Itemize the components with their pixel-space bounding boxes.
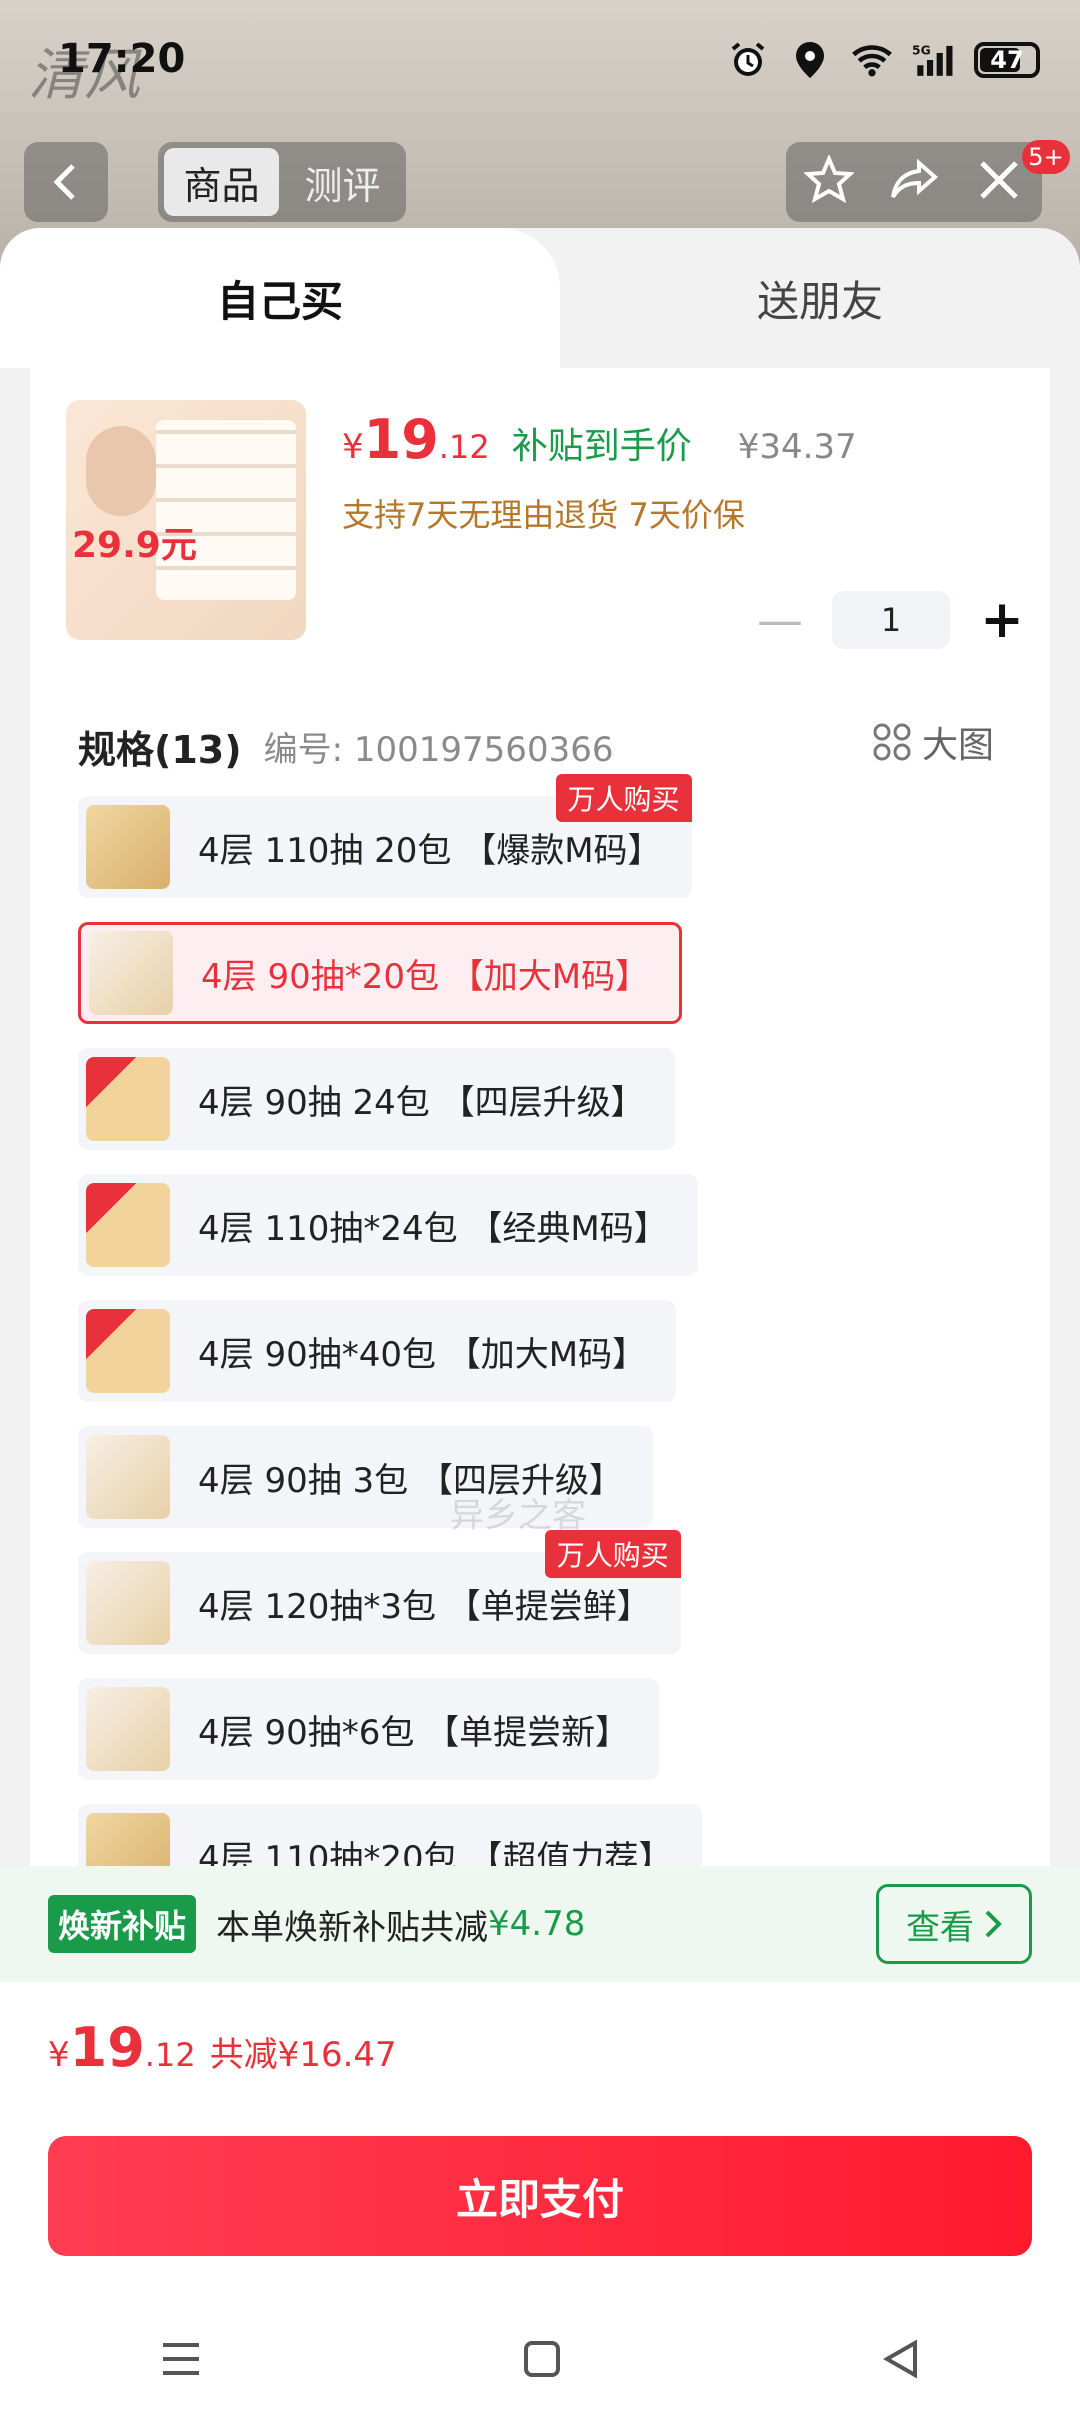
product-thumbnail[interactable]: 29.9元: [66, 400, 306, 640]
spec-label: 4层 90抽*6包 【单提尝新】: [198, 1712, 630, 1753]
spec-label: 4层 120抽*3包 【单提尝鲜】: [198, 1586, 651, 1627]
wifi-icon: [850, 38, 894, 82]
decrease-button[interactable]: —: [750, 590, 810, 650]
spec-item[interactable]: 4层 120抽*3包 【单提尝鲜】 万人购买: [78, 1530, 681, 1654]
share-icon[interactable]: [889, 155, 939, 209]
tab-gift-friend[interactable]: 送朋友: [560, 228, 1080, 368]
product-card: 29.9元 ¥19.12 补贴到手价 ¥34.37 支持7天无理由退货 7天价保…: [30, 368, 1050, 2098]
status-icons: 5G 47: [726, 38, 1040, 82]
tab-review[interactable]: 测评: [285, 148, 400, 216]
price-decimal: .12: [438, 428, 490, 466]
spec-item[interactable]: 4层 90抽*6包 【单提尝新】: [78, 1678, 660, 1780]
tab-goods[interactable]: 商品: [164, 148, 279, 216]
price-label: 补贴到手价: [511, 426, 692, 467]
svg-text:5G: 5G: [912, 44, 931, 58]
increase-button[interactable]: +: [972, 590, 1032, 650]
currency-symbol: ¥: [342, 427, 364, 467]
spec-thumbnail: [86, 1309, 170, 1393]
spec-thumbnail: [86, 1687, 170, 1771]
battery-icon: 47: [974, 42, 1040, 78]
spec-label: 4层 90抽 24包 【四层升级】: [198, 1082, 645, 1123]
spec-label: 4层 90抽*20包 【加大M码】: [201, 956, 650, 997]
purchase-mode-tabs: 送朋友 自己买: [0, 228, 1080, 368]
back-triangle-icon[interactable]: [881, 2339, 921, 2383]
original-price: ¥34.37: [737, 427, 857, 467]
system-nav-bar: [0, 2326, 1080, 2396]
hot-badge: 万人购买: [555, 774, 692, 822]
spec-item-selected[interactable]: 4层 90抽*20包 【加大M码】: [78, 922, 683, 1024]
spec-header: 规格(13) 编号: 100197560366 大图: [78, 716, 1038, 776]
total-decimal: .12: [144, 2036, 196, 2074]
message-count-badge: 5+: [1022, 140, 1070, 174]
spec-item[interactable]: 4层 110抽 20包 【爆款M码】 万人购买: [78, 774, 692, 898]
price-row: ¥19.12 补贴到手价 ¥34.37: [342, 408, 857, 471]
subsidy-tag: 焕新补贴: [48, 1895, 197, 1953]
back-button[interactable]: [24, 142, 108, 222]
grid-icon: [873, 723, 911, 761]
quantity-stepper: — 1 +: [750, 590, 1032, 650]
spec-thumbnail: [86, 1435, 170, 1519]
spec-thumbnail: [86, 1561, 170, 1645]
spec-thumbnail: [89, 931, 173, 1015]
spec-label: 4层 90抽*40包 【加大M码】: [198, 1334, 647, 1375]
total-saving: 共减¥16.47: [209, 2035, 397, 2075]
page-tabs: 商品 测评: [158, 142, 406, 222]
quantity-field[interactable]: 1: [832, 591, 950, 649]
close-icon[interactable]: [974, 155, 1024, 209]
spec-list: 4层 110抽 20包 【爆款M码】 万人购买 4层 90抽*20包 【加大M码…: [78, 774, 1038, 1930]
spec-item[interactable]: 4层 110抽*24包 【经典M码】: [78, 1174, 698, 1276]
alarm-icon: [726, 38, 770, 82]
top-actions: [786, 142, 1042, 222]
status-bar: 清风 17:20 5G 47: [0, 30, 1080, 108]
spec-title: 规格(13): [78, 727, 242, 772]
favorite-star-icon[interactable]: [802, 153, 855, 209]
home-icon[interactable]: [522, 2339, 562, 2383]
spec-item[interactable]: 4层 90抽*40包 【加大M码】: [78, 1300, 677, 1402]
spec-thumbnail: [86, 805, 170, 889]
subsidy-bar: 焕新补贴 本单焕新补贴共减 ¥4.78 查看: [0, 1866, 1080, 1982]
chevron-right-icon: [985, 1910, 1002, 1938]
spec-label: 4层 110抽*24包 【经典M码】: [198, 1208, 668, 1249]
menu-icon[interactable]: [159, 2339, 203, 2383]
subsidy-text: 本单焕新补贴共减: [216, 1907, 489, 1948]
spec-label: 4层 110抽 20包 【爆款M码】: [198, 830, 662, 871]
return-policy: 支持7天无理由退货 7天价保: [342, 496, 745, 534]
location-icon: [788, 38, 832, 82]
checkout-footer: 立即支付: [0, 2110, 1080, 2412]
subsidy-amount: ¥4.78: [488, 1904, 586, 1944]
spec-thumbnail: [86, 1057, 170, 1141]
total-price-row: ¥ 19 .12 共减¥16.47: [0, 1982, 1080, 2110]
spec-thumbnail: [86, 1183, 170, 1267]
pay-now-button[interactable]: 立即支付: [48, 2136, 1032, 2256]
spec-item[interactable]: 4层 90抽 24包 【四层升级】: [78, 1048, 675, 1150]
status-time: 17:20: [58, 36, 186, 82]
purchase-sheet: 送朋友 自己买 29.9元 ¥19.12 补贴到手价 ¥34.37 支持7天无理…: [0, 228, 1080, 2412]
price-integer: 19: [363, 408, 439, 471]
chevron-left-icon: [53, 164, 75, 200]
tab-buy-self[interactable]: 自己买: [0, 228, 560, 368]
hot-badge: 万人购买: [544, 1530, 681, 1578]
signal-5g-icon: 5G: [912, 38, 956, 82]
watermark: 异乡之客: [450, 1496, 586, 1536]
product-code: 编号: 100197560366: [263, 729, 614, 770]
big-image-toggle[interactable]: 大图: [872, 716, 994, 768]
total-integer: 19: [69, 2016, 145, 2079]
total-currency: ¥: [48, 2035, 70, 2075]
view-subsidy-button[interactable]: 查看: [876, 1884, 1032, 1964]
